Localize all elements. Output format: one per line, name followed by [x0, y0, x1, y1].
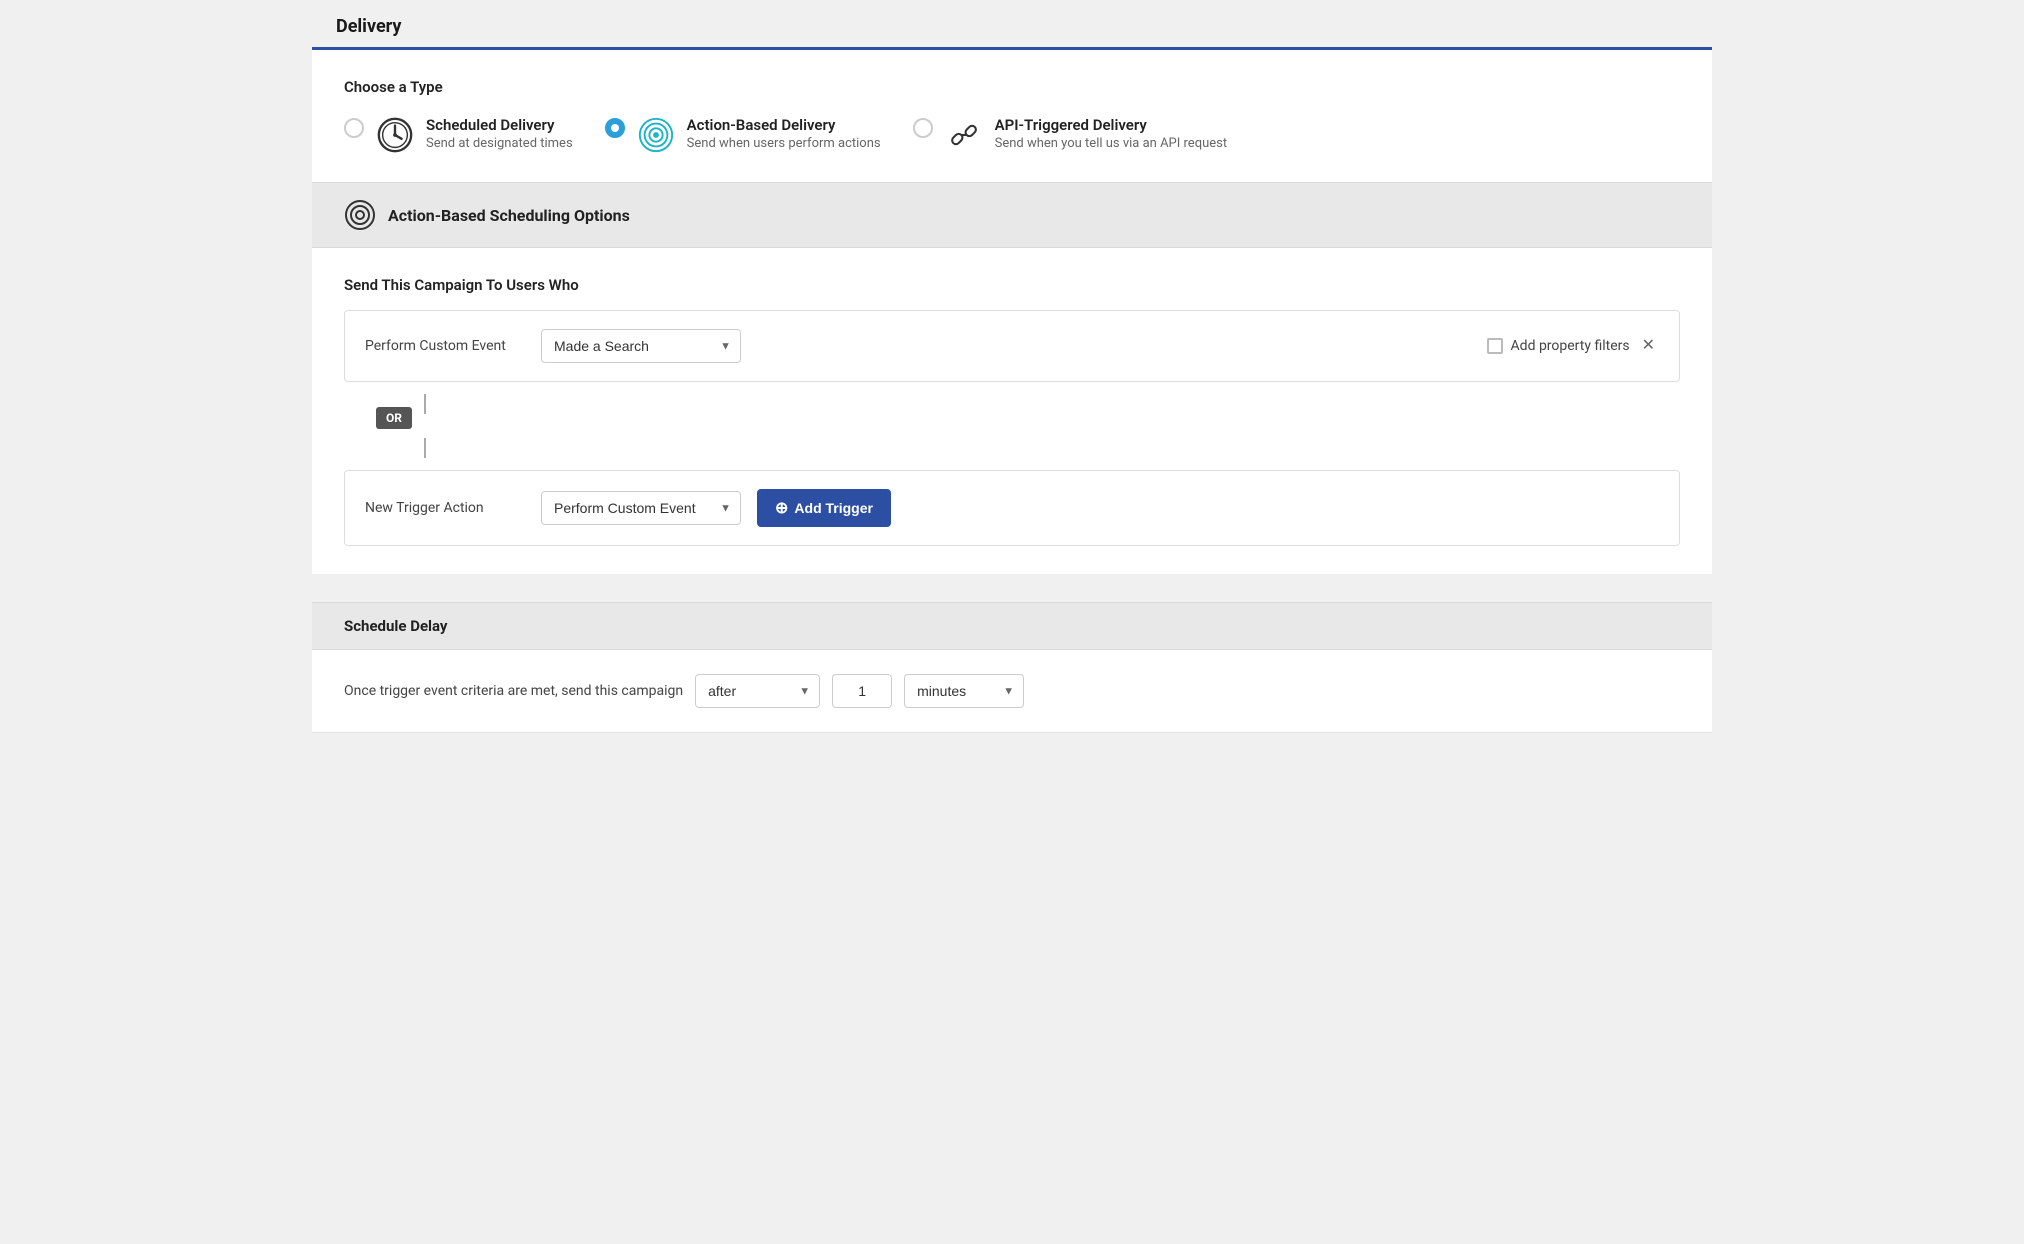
or-badge-row: OR: [344, 410, 1680, 426]
action-based-text: Action-Based Delivery Send when users pe…: [687, 116, 881, 151]
action-based-scheduling-header: Action-Based Scheduling Options: [312, 182, 1712, 248]
after-select-wrapper: after immediately before: [695, 674, 820, 708]
api-triggered-option[interactable]: API-Triggered Delivery Send when you tel…: [913, 116, 1228, 154]
action-based-option[interactable]: Action-Based Delivery Send when users pe…: [605, 116, 881, 154]
action-based-name: Action-Based Delivery: [687, 116, 881, 134]
action-based-desc: Send when users perform actions: [687, 136, 881, 151]
choose-type-label: Choose a Type: [344, 78, 1680, 96]
action-based-scheduling-title: Action-Based Scheduling Options: [388, 206, 630, 225]
connector-line-bottom: [424, 438, 426, 458]
add-trigger-label: Add Trigger: [794, 500, 873, 516]
add-property-label: Add property filters: [1511, 338, 1630, 354]
api-triggered-icon: [945, 116, 983, 154]
scheduled-radio[interactable]: [344, 118, 364, 138]
first-trigger-container: Perform Custom Event Made a Search Perfo…: [344, 310, 1680, 382]
add-trigger-button[interactable]: ⊕ Add Trigger: [757, 489, 891, 527]
first-trigger-row: Perform Custom Event Made a Search Perfo…: [345, 311, 1679, 381]
schedule-delay-body: Once trigger event criteria are met, sen…: [312, 650, 1712, 733]
scheduled-delivery-name: Scheduled Delivery: [426, 116, 573, 134]
header-bar: Delivery: [312, 0, 1712, 50]
scheduled-delivery-desc: Send at designated times: [426, 136, 573, 151]
new-trigger-container: New Trigger Action Perform Custom Event …: [344, 470, 1680, 546]
schedule-delay-header: Schedule Delay: [312, 602, 1712, 650]
delay-description: Once trigger event criteria are met, sen…: [344, 683, 683, 699]
after-select[interactable]: after immediately before: [695, 674, 820, 708]
remove-trigger-button[interactable]: ✕: [1638, 334, 1659, 358]
or-badge: OR: [376, 407, 412, 429]
scheduled-delivery-option[interactable]: Scheduled Delivery Send at designated ti…: [344, 116, 573, 154]
action-based-radio[interactable]: [605, 118, 625, 138]
unit-select-wrapper: minutes hours days weeks: [904, 674, 1024, 708]
campaign-label: Send This Campaign To Users Who: [344, 276, 1680, 294]
api-triggered-name: API-Triggered Delivery: [995, 116, 1228, 134]
new-trigger-action-label: New Trigger Action: [365, 500, 525, 516]
new-trigger-select[interactable]: Perform Custom Event Made a Purchase Sta…: [541, 491, 741, 525]
api-triggered-radio[interactable]: [913, 118, 933, 138]
page-title: Delivery: [336, 16, 1688, 37]
campaign-section: Send This Campaign To Users Who Perform …: [312, 248, 1712, 574]
add-property-checkbox[interactable]: [1487, 338, 1503, 354]
schedule-delay-wrapper: Schedule Delay Once trigger event criter…: [312, 574, 1712, 733]
action-based-scheduling-icon: [344, 199, 376, 231]
action-based-icon: [637, 116, 675, 154]
new-trigger-select-wrapper: Perform Custom Event Made a Purchase Sta…: [541, 491, 741, 525]
connector-line-top: [424, 394, 426, 414]
api-triggered-text: API-Triggered Delivery Send when you tel…: [995, 116, 1228, 151]
event-select-wrapper: Made a Search Performed Purchase Viewed …: [541, 329, 741, 363]
add-trigger-icon: ⊕: [775, 498, 788, 518]
unit-select[interactable]: minutes hours days weeks: [904, 674, 1024, 708]
new-trigger-row: New Trigger Action Perform Custom Event …: [345, 471, 1679, 545]
add-property-section: Add property filters ✕: [1487, 334, 1659, 358]
delay-value-input[interactable]: [832, 674, 892, 708]
delivery-types-row: Scheduled Delivery Send at designated ti…: [344, 116, 1680, 154]
delivery-type-section: Choose a Type Scheduled Delivery Send at…: [312, 50, 1712, 182]
scheduled-delivery-icon: [376, 116, 414, 154]
event-select[interactable]: Made a Search Performed Purchase Viewed …: [541, 329, 741, 363]
api-triggered-desc: Send when you tell us via an API request: [995, 136, 1228, 151]
or-connector-bottom: [344, 426, 1680, 470]
page-container: Delivery Choose a Type Scheduled Deliver…: [312, 0, 1712, 733]
perform-custom-event-label: Perform Custom Event: [365, 338, 525, 354]
scheduled-delivery-text: Scheduled Delivery Send at designated ti…: [426, 116, 573, 151]
